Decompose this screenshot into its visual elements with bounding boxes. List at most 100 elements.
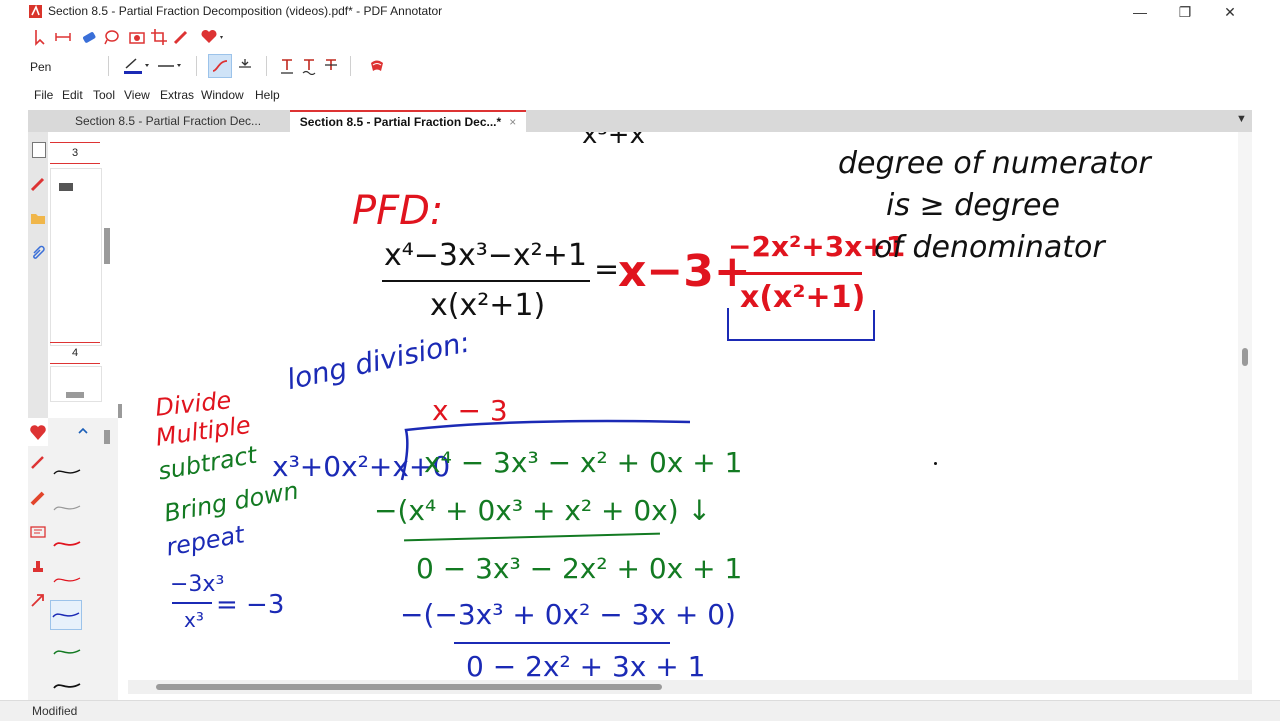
favorites-menu-button[interactable] [198, 26, 228, 48]
note-line-1: degree of numerator [838, 146, 1151, 181]
close-icon: ✕ [1224, 3, 1236, 20]
maximize-icon: ❐ [1178, 3, 1192, 20]
stroke-preset-red-thin[interactable] [52, 572, 82, 588]
vertical-scroll-thumb[interactable] [1242, 348, 1248, 366]
thumbnail-page-number: 4 [50, 342, 100, 364]
maximize-button[interactable]: ❐ [1162, 0, 1208, 24]
straight-line-toggle[interactable] [234, 54, 256, 76]
crop-button[interactable] [148, 26, 170, 48]
favorites-scrollbar[interactable] [104, 430, 110, 444]
status-text: Modified [32, 704, 78, 718]
heart-icon [30, 425, 46, 440]
stroke-preset-red[interactable] [52, 536, 82, 552]
page-fit-button[interactable] [52, 26, 74, 48]
menu-window[interactable]: Window [201, 88, 244, 102]
denominator-underline-bracket [727, 308, 875, 341]
text-box-icon[interactable] [30, 524, 46, 540]
right-margin [1252, 0, 1280, 720]
arrow-icon[interactable] [30, 592, 46, 608]
left-margin [0, 24, 28, 700]
document-canvas[interactable]: x³+x PFD: x⁴−3x³−x²+1 x(x²+1) = x−3+ −2x… [128, 132, 1252, 680]
lasso-button[interactable] [100, 26, 122, 48]
stroke-preset-blue-selected[interactable] [50, 600, 82, 630]
pen-color-picker[interactable] [122, 55, 152, 77]
collapse-chevron-icon[interactable] [76, 424, 90, 438]
panel-resize-grip[interactable] [118, 404, 122, 418]
close-button[interactable]: ✕ [1207, 0, 1253, 24]
menu-help[interactable]: Help [255, 88, 280, 102]
ld-rule-1 [404, 532, 660, 542]
side-calc-bar [172, 602, 212, 604]
separator [266, 56, 267, 76]
pen-annotations-icon[interactable] [30, 176, 46, 192]
eraser-icon [83, 32, 96, 43]
highlighter-icon[interactable] [30, 490, 46, 506]
thumbnail-page-number: 3 [50, 142, 100, 164]
equals-sign: = [594, 252, 620, 287]
cut-off-expression: x³+x [582, 132, 645, 150]
text-strikeout-button[interactable] [320, 55, 342, 77]
long-division-label: long division: [284, 325, 473, 397]
menu-tool[interactable]: Tool [93, 88, 115, 102]
main-toolbar [0, 24, 1252, 50]
crop-icon [151, 29, 167, 45]
stray-dot [934, 462, 937, 465]
menu-extras[interactable]: Extras [160, 88, 194, 102]
tab-document-1[interactable]: Section 8.5 - Partial Fraction Dec... [48, 110, 288, 132]
stroke-preset-black[interactable] [52, 464, 82, 480]
stroke-preset-green[interactable] [52, 644, 82, 660]
line-style-icon [158, 64, 181, 67]
pen-tool-icon[interactable] [30, 454, 46, 470]
menu-edit[interactable]: Edit [62, 88, 83, 102]
step-bring-down: Bring down [162, 476, 301, 528]
title-bar: Section 8.5 - Partial Fraction Decomposi… [0, 0, 1280, 24]
line-style-picker[interactable] [156, 55, 186, 77]
minimize-button[interactable]: — [1117, 0, 1163, 24]
page-fit-icon [55, 33, 71, 41]
tab-label: Section 8.5 - Partial Fraction Dec...* [299, 115, 502, 129]
ld-row-2: 0 − 3x³ − 2x² + 0x + 1 [416, 552, 743, 585]
page-thumbnails-icon[interactable] [32, 142, 46, 158]
text-squiggle-icon [302, 59, 316, 75]
camera-button[interactable] [126, 26, 148, 48]
ld-subtract-row-1: −(x⁴ + 0x³ + x² + 0x) ↓ [374, 494, 712, 527]
stroke-preset-black-thick[interactable] [52, 678, 82, 694]
folder-icon[interactable] [30, 210, 46, 226]
separator [350, 56, 351, 76]
remainder-fraction-bar [728, 272, 862, 275]
stamp-button[interactable] [366, 55, 388, 77]
text-underline-button[interactable] [276, 55, 298, 77]
stroke-preset-blue-icon [52, 612, 80, 618]
snap-line-icon [239, 59, 251, 68]
thumbnail-page-3[interactable] [50, 168, 102, 346]
menu-view[interactable]: View [124, 88, 150, 102]
step-repeat: repeat [164, 520, 247, 562]
menu-file[interactable]: File [34, 88, 53, 102]
select-icon [35, 30, 45, 46]
stroke-preset-gray[interactable] [52, 500, 82, 516]
thumbnail-scrollbar[interactable] [104, 228, 110, 264]
horizontal-scroll-thumb[interactable] [156, 684, 662, 690]
note-line-3: of denominator [874, 230, 1105, 265]
tab-document-2[interactable]: Section 8.5 - Partial Fraction Dec...* × [290, 110, 526, 132]
vertical-scrollbar[interactable] [1238, 132, 1252, 680]
stamp-icon[interactable] [30, 558, 46, 574]
smooth-stroke-toggle[interactable] [208, 54, 232, 78]
panel-splitter-handle[interactable] [66, 392, 84, 398]
smooth-stroke-icon [212, 60, 228, 72]
favorites-panel [28, 418, 118, 700]
tab-list-chevron-icon[interactable]: ▼ [1236, 113, 1247, 125]
lhs-numerator: x⁴−3x³−x²+1 [384, 238, 587, 273]
camera-icon [129, 32, 145, 44]
horizontal-scrollbar[interactable] [128, 680, 1252, 694]
select-tool-button[interactable] [30, 26, 52, 48]
attachment-icon[interactable] [30, 244, 46, 260]
eraser-button[interactable] [78, 26, 100, 48]
text-squiggle-button[interactable] [298, 55, 320, 77]
favorites-tab[interactable] [28, 418, 48, 446]
pen-button[interactable] [170, 26, 192, 48]
ld-dividend: x⁴ − 3x³ − x² + 0x + 1 [424, 446, 743, 479]
tab-close-icon[interactable]: × [509, 115, 516, 129]
pen-color-icon [124, 58, 149, 74]
side-calc-denominator: x³ [184, 608, 204, 632]
